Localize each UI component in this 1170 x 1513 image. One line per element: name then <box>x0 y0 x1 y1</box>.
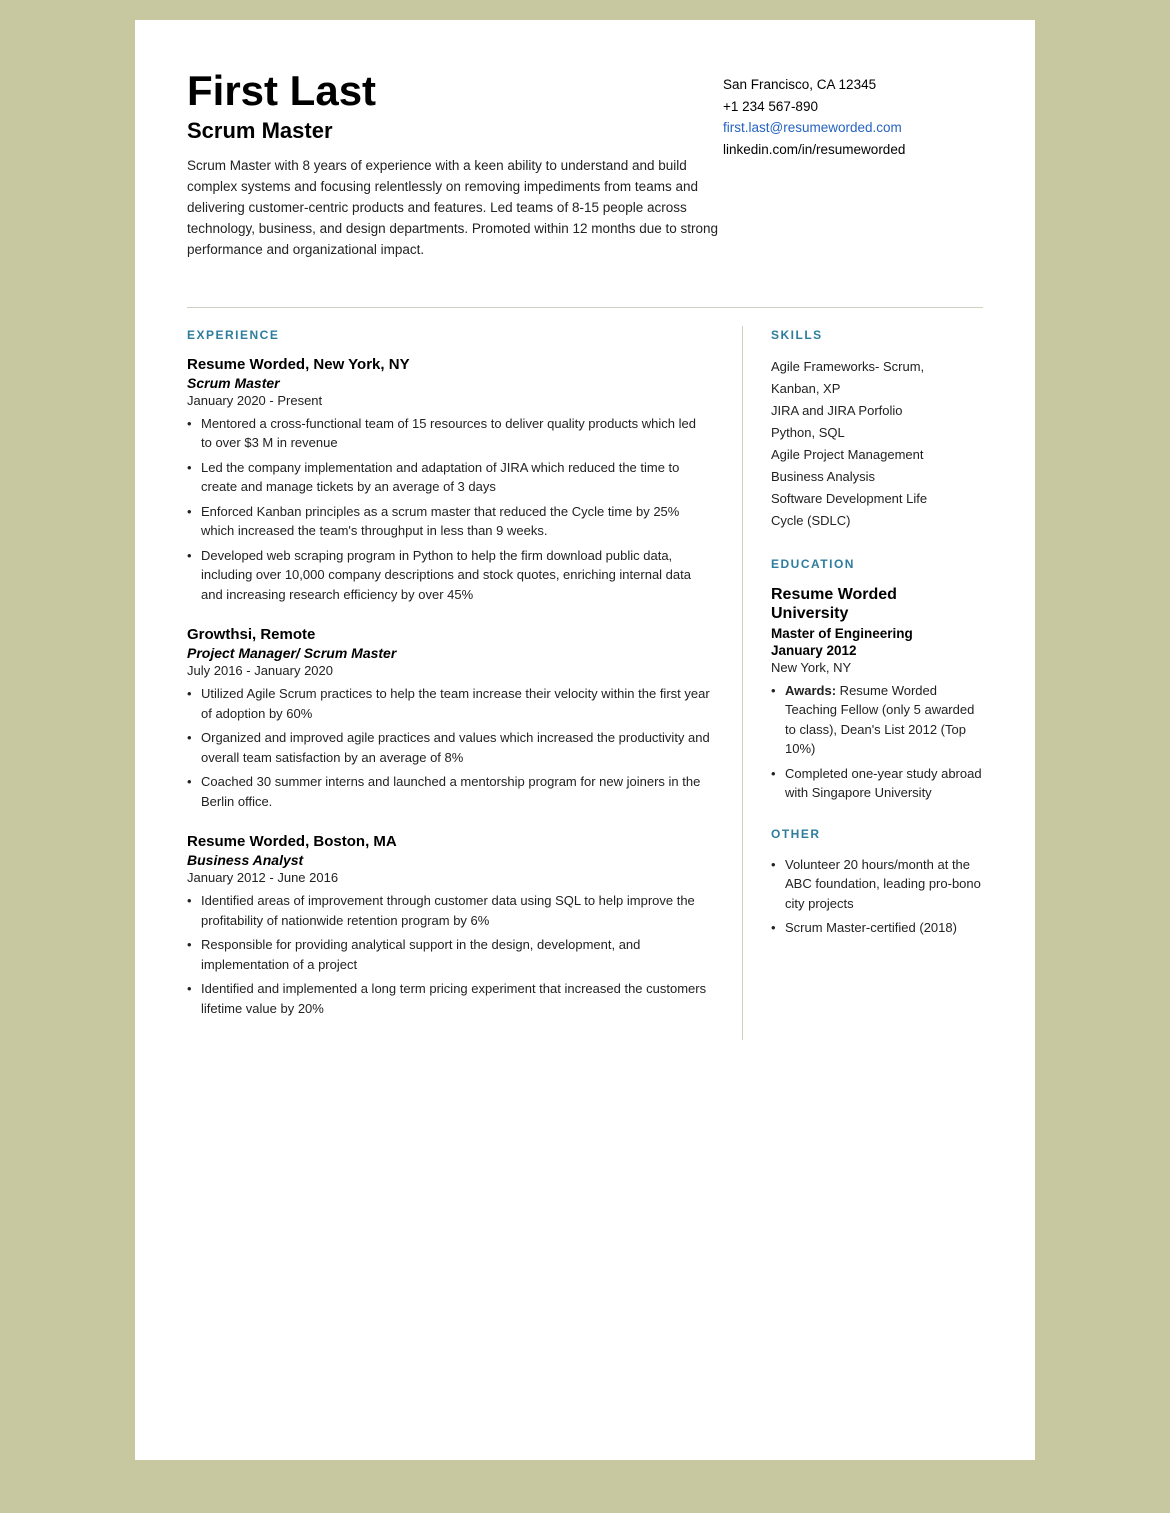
header-section: First Last Scrum Master Scrum Master wit… <box>187 68 983 261</box>
other-bullets: Volunteer 20 hours/month at the ABC foun… <box>771 855 983 938</box>
skill-1: Agile Frameworks- Scrum, <box>771 356 983 378</box>
edu-degree: Master of Engineering <box>771 626 983 641</box>
job-block-2: Growthsi, Remote Project Manager/ Scrum … <box>187 626 710 811</box>
skills-list: Agile Frameworks- Scrum, Kanban, XP JIRA… <box>771 356 983 533</box>
edu-school: Resume WordedUniversity <box>771 585 983 623</box>
email-link[interactable]: first.last@resumeworded.com <box>723 120 902 135</box>
job3-bullets: Identified areas of improvement through … <box>187 891 710 1018</box>
job1-company-line: Resume Worded, New York, NY <box>187 356 710 373</box>
job2-dates: July 2016 - January 2020 <box>187 663 710 678</box>
education-block: Resume WordedUniversity Master of Engine… <box>771 585 983 803</box>
edu-location: New York, NY <box>771 660 983 675</box>
job3-company-line: Resume Worded, Boston, MA <box>187 833 710 850</box>
job1-title: Scrum Master <box>187 375 710 391</box>
job1-bullet-1: Mentored a cross-functional team of 15 r… <box>187 414 710 453</box>
edu-bullets: Awards: Resume Worded Teaching Fellow (o… <box>771 681 983 803</box>
job1-bullets: Mentored a cross-functional team of 15 r… <box>187 414 710 605</box>
contact-phone: +1 234 567-890 <box>723 96 983 118</box>
job2-title: Project Manager/ Scrum Master <box>187 645 710 661</box>
job3-company-name: Resume Worded <box>187 833 305 850</box>
skill-5: Business Analysis <box>771 466 983 488</box>
job-block-3: Resume Worded, Boston, MA Business Analy… <box>187 833 710 1018</box>
job3-dates: January 2012 - June 2016 <box>187 870 710 885</box>
resume-document: First Last Scrum Master Scrum Master wit… <box>135 20 1035 1460</box>
job2-bullet-2: Organized and improved agile practices a… <box>187 728 710 767</box>
job2-company-name: Growthsi <box>187 626 252 643</box>
header-left: First Last Scrum Master Scrum Master wit… <box>187 68 723 261</box>
job-block-1: Resume Worded, New York, NY Scrum Master… <box>187 356 710 605</box>
job3-title: Business Analyst <box>187 852 710 868</box>
skill-6b: Cycle (SDLC) <box>771 510 983 532</box>
job3-bullet-3: Identified and implemented a long term p… <box>187 979 710 1018</box>
right-column: SKILLS Agile Frameworks- Scrum, Kanban, … <box>743 326 983 1041</box>
header-divider <box>187 307 983 308</box>
other-section-title: OTHER <box>771 827 983 841</box>
job1-bullet-4: Developed web scraping program in Python… <box>187 546 710 605</box>
job1-location: , New York, NY <box>305 356 409 373</box>
job2-location: , Remote <box>252 626 315 643</box>
job2-bullet-3: Coached 30 summer interns and launched a… <box>187 772 710 811</box>
other-bullet-2: Scrum Master-certified (2018) <box>771 918 983 938</box>
header-right: San Francisco, CA 12345 +1 234 567-890 f… <box>723 68 983 261</box>
education-section-title: EDUCATION <box>771 557 983 571</box>
experience-section-title: EXPERIENCE <box>187 328 710 342</box>
edu-date: January 2012 <box>771 643 983 658</box>
skill-3: Python, SQL <box>771 422 983 444</box>
other-bullet-1: Volunteer 20 hours/month at the ABC foun… <box>771 855 983 914</box>
edu-bullet-1: Awards: Resume Worded Teaching Fellow (o… <box>771 681 983 759</box>
other-section: OTHER Volunteer 20 hours/month at the AB… <box>771 827 983 938</box>
job1-company-name: Resume Worded <box>187 356 305 373</box>
candidate-title: Scrum Master <box>187 118 723 144</box>
two-col-layout: EXPERIENCE Resume Worded, New York, NY S… <box>187 326 983 1041</box>
contact-linkedin: linkedin.com/in/resumeworded <box>723 139 983 161</box>
candidate-name: First Last <box>187 68 723 114</box>
skills-section-title: SKILLS <box>771 328 983 342</box>
job2-bullet-1: Utilized Agile Scrum practices to help t… <box>187 684 710 723</box>
education-section: EDUCATION Resume WordedUniversity Master… <box>771 557 983 803</box>
edu-bullet-2: Completed one-year study abroad with Sin… <box>771 764 983 803</box>
job3-location: , Boston, MA <box>305 833 397 850</box>
job2-bullets: Utilized Agile Scrum practices to help t… <box>187 684 710 811</box>
job2-company-line: Growthsi, Remote <box>187 626 710 643</box>
left-column: EXPERIENCE Resume Worded, New York, NY S… <box>187 326 743 1041</box>
job3-bullet-1: Identified areas of improvement through … <box>187 891 710 930</box>
skill-4: Agile Project Management <box>771 444 983 466</box>
contact-email: first.last@resumeworded.com <box>723 117 983 139</box>
job1-dates: January 2020 - Present <box>187 393 710 408</box>
job1-bullet-3: Enforced Kanban principles as a scrum ma… <box>187 502 710 541</box>
skill-2: JIRA and JIRA Porfolio <box>771 400 983 422</box>
contact-address: San Francisco, CA 12345 <box>723 74 983 96</box>
skill-6: Software Development Life <box>771 488 983 510</box>
skill-1b: Kanban, XP <box>771 378 983 400</box>
skills-section: SKILLS Agile Frameworks- Scrum, Kanban, … <box>771 328 983 533</box>
candidate-summary: Scrum Master with 8 years of experience … <box>187 156 723 261</box>
job3-bullet-2: Responsible for providing analytical sup… <box>187 935 710 974</box>
job1-bullet-2: Led the company implementation and adapt… <box>187 458 710 497</box>
